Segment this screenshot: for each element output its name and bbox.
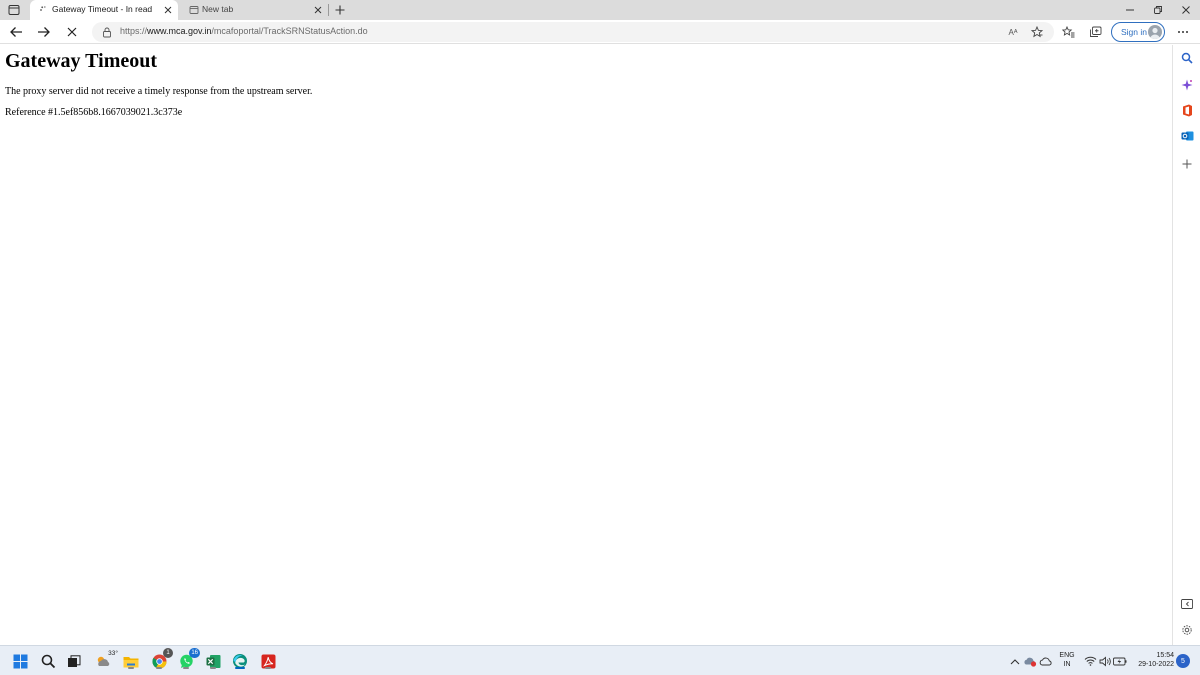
- task-view-icon[interactable]: [65, 652, 83, 670]
- url-scheme: https://: [120, 26, 148, 36]
- restore-icon[interactable]: [1144, 0, 1172, 20]
- chrome-notification-badge: 1: [163, 648, 173, 658]
- page-content: Gateway Timeout The proxy server did not…: [0, 45, 1172, 645]
- weather-temperature: 33°: [108, 650, 118, 657]
- read-aloud-icon[interactable]: Aᴬ: [1006, 25, 1020, 39]
- running-indicator: [156, 667, 162, 669]
- new-tab-plus-icon[interactable]: [332, 2, 348, 18]
- taskbar: 33° 1 16 ENG IN 15:54 29-10-2022 5: [0, 645, 1200, 675]
- lock-icon[interactable]: [101, 26, 113, 38]
- tab-title: New tab: [202, 4, 234, 14]
- chrome-icon[interactable]: 1: [150, 648, 173, 670]
- forward-arrow-icon[interactable]: [35, 23, 53, 41]
- window-controls: [1116, 0, 1200, 20]
- outlook-icon[interactable]: [1179, 128, 1195, 144]
- add-sidebar-app-icon[interactable]: [1179, 156, 1195, 172]
- weather-widget-icon[interactable]: 33°: [94, 650, 118, 670]
- edge-browser-icon[interactable]: [231, 652, 249, 670]
- battery-icon[interactable]: [1111, 652, 1129, 670]
- minimize-icon[interactable]: [1116, 0, 1144, 20]
- edge-sidebar: [1172, 45, 1200, 645]
- search-icon[interactable]: [1179, 50, 1195, 66]
- add-favorite-star-icon[interactable]: [1030, 25, 1044, 39]
- tab-new-tab[interactable]: New tab: [180, 0, 328, 20]
- close-tab-icon[interactable]: [162, 4, 174, 16]
- windows-start-icon[interactable]: [11, 652, 29, 670]
- error-message: The proxy server did not receive a timel…: [5, 86, 313, 97]
- copilot-sparkle-icon[interactable]: [1179, 77, 1195, 93]
- close-window-icon[interactable]: [1172, 0, 1200, 20]
- collections-icon[interactable]: [1086, 23, 1104, 41]
- whatsapp-icon[interactable]: 16: [177, 648, 200, 670]
- office-icon[interactable]: [1179, 102, 1195, 118]
- clock[interactable]: 15:54 29-10-2022: [1132, 651, 1174, 669]
- avatar: [1148, 25, 1162, 39]
- onedrive-icon[interactable]: [1037, 652, 1055, 670]
- input-language-indicator[interactable]: ENG IN: [1056, 651, 1078, 669]
- back-arrow-icon[interactable]: [7, 23, 25, 41]
- settings-gear-icon[interactable]: [1179, 622, 1195, 638]
- tab-title: Gateway Timeout - In read: [52, 4, 153, 14]
- close-tab-icon[interactable]: [312, 4, 324, 16]
- more-options-icon[interactable]: [1174, 23, 1192, 41]
- language-code: ENG: [1059, 652, 1075, 659]
- address-bar[interactable]: https://www.mca.gov.in/mcafoportal/Track…: [92, 22, 1054, 42]
- sign-in-button[interactable]: Sign in: [1111, 22, 1165, 42]
- region-code: IN: [1063, 661, 1071, 668]
- url-path: /mcafoportal/TrackSRNStatusAction.do: [211, 26, 368, 36]
- favorites-icon[interactable]: [1059, 23, 1077, 41]
- reference-id: Reference #1.5ef856b8.1667039021.3c373e: [5, 107, 183, 118]
- tab-gateway-timeout[interactable]: Gateway Timeout - In read: [30, 0, 178, 20]
- notification-count-badge[interactable]: 5: [1176, 654, 1190, 668]
- running-indicator: [183, 667, 189, 669]
- tab-separator: [328, 4, 329, 16]
- new-tab-page-icon: [188, 4, 200, 16]
- running-indicator: [128, 667, 134, 669]
- loading-spinner-icon: [38, 4, 50, 16]
- clock-date: 29-10-2022: [1138, 661, 1174, 668]
- file-explorer-icon[interactable]: [122, 652, 140, 670]
- browser-toolbar: https://www.mca.gov.in/mcafoportal/Track…: [0, 20, 1200, 44]
- running-indicator: [265, 667, 271, 669]
- tab-strip: Gateway Timeout - In read New tab: [0, 0, 1200, 20]
- search-icon[interactable]: [39, 652, 57, 670]
- sign-in-label: Sign in: [1121, 27, 1147, 37]
- page-title: Gateway Timeout: [5, 50, 158, 72]
- stop-loading-icon[interactable]: [63, 23, 81, 41]
- url-text: https://www.mca.gov.in/mcafoportal/Track…: [120, 26, 368, 36]
- url-host: www.mca.gov.in: [147, 26, 212, 36]
- acrobat-icon[interactable]: [259, 652, 277, 670]
- tab-actions-icon[interactable]: [6, 2, 22, 18]
- clock-time: 15:54: [1156, 652, 1174, 659]
- excel-icon[interactable]: [204, 652, 222, 670]
- active-app-indicator: [235, 667, 245, 669]
- running-indicator: [210, 667, 216, 669]
- whatsapp-notification-badge: 16: [189, 648, 200, 658]
- browser-window: Gateway Timeout - In read New tab https:…: [0, 0, 1200, 675]
- hide-sidebar-icon[interactable]: [1179, 596, 1195, 612]
